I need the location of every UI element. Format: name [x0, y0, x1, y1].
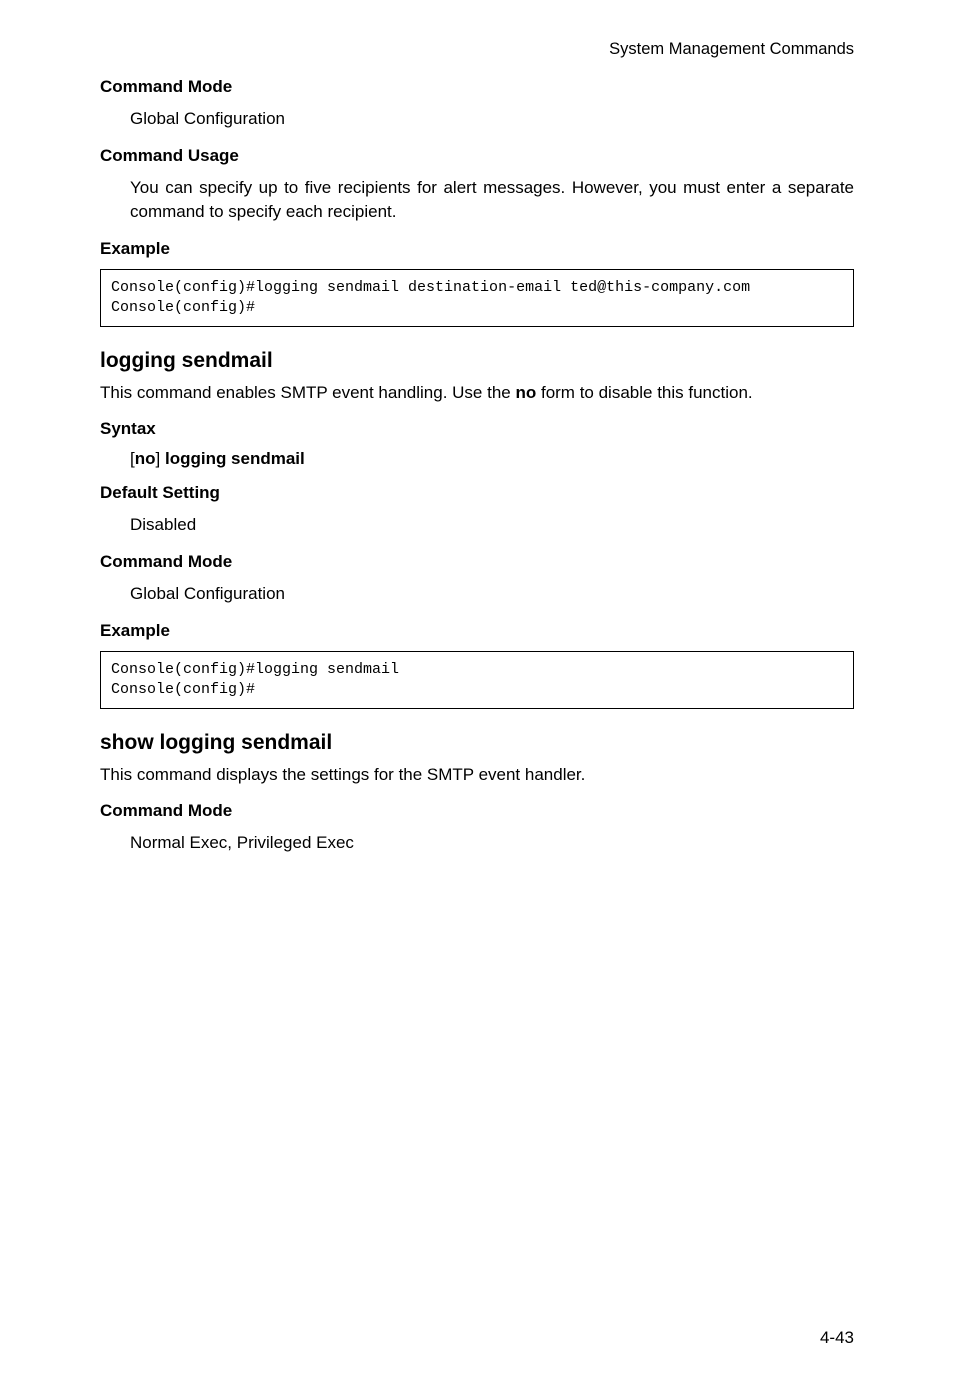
- default-setting-text: Disabled: [130, 513, 854, 538]
- command-mode-text-3: Normal Exec, Privileged Exec: [130, 831, 854, 856]
- command-title-show-logging-sendmail: show logging sendmail: [100, 731, 854, 755]
- description-suffix: form to disable this function.: [536, 383, 752, 402]
- example-heading-2: Example: [100, 621, 854, 641]
- default-setting-heading: Default Setting: [100, 483, 854, 503]
- command-mode-text-1: Global Configuration: [130, 107, 854, 132]
- syntax-no: no: [135, 449, 156, 468]
- syntax-command: logging sendmail: [165, 449, 305, 468]
- command-mode-heading-1: Command Mode: [100, 77, 854, 97]
- example-code-2: Console(config)#logging sendmail Console…: [100, 651, 854, 710]
- syntax-bracket-close: ]: [156, 449, 165, 468]
- command-usage-text: You can specify up to five recipients fo…: [130, 176, 854, 225]
- description-bold-no: no: [515, 383, 536, 402]
- example-code-1: Console(config)#logging sendmail destina…: [100, 269, 854, 328]
- command-title-logging-sendmail: logging sendmail: [100, 349, 854, 373]
- example-heading-1: Example: [100, 239, 854, 259]
- syntax-heading: Syntax: [100, 419, 854, 439]
- show-logging-sendmail-description: This command displays the settings for t…: [100, 763, 854, 787]
- command-usage-heading: Command Usage: [100, 146, 854, 166]
- command-mode-heading-2: Command Mode: [100, 552, 854, 572]
- command-mode-heading-3: Command Mode: [100, 801, 854, 821]
- page-header-right: System Management Commands: [100, 40, 854, 59]
- command-mode-text-2: Global Configuration: [130, 582, 854, 607]
- description-prefix: This command enables SMTP event handling…: [100, 383, 515, 402]
- logging-sendmail-description: This command enables SMTP event handling…: [100, 381, 854, 405]
- syntax-text: [no] logging sendmail: [130, 449, 854, 469]
- page-number: 4-43: [820, 1328, 854, 1348]
